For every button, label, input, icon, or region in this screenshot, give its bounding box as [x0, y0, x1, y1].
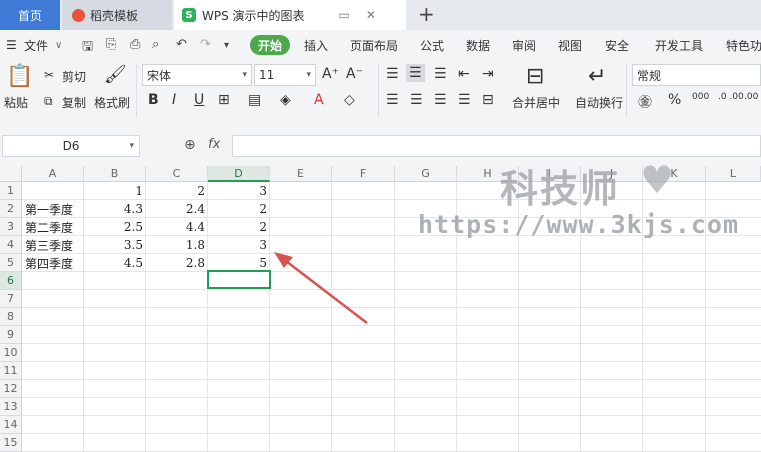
arrow-shaft	[281, 257, 368, 324]
annotation-arrow	[274, 252, 368, 324]
